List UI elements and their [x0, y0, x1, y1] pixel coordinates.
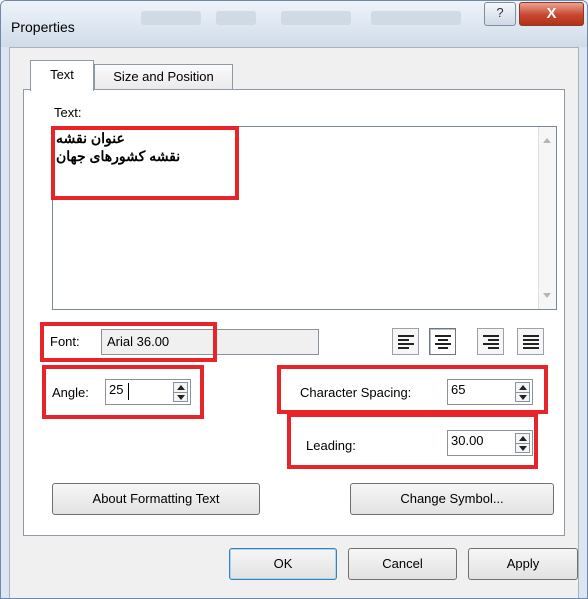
leading-stepper[interactable]: 30.00 [447, 430, 533, 456]
align-right-button[interactable] [477, 328, 504, 355]
ok-button[interactable]: OK [229, 548, 337, 580]
tab-text[interactable]: Text [30, 60, 94, 91]
leading-spin-buttons[interactable] [515, 433, 530, 453]
help-button[interactable]: ? [484, 2, 516, 26]
align-right-icon [483, 335, 499, 349]
align-justify-button[interactable] [517, 328, 544, 355]
spin-separator [174, 392, 187, 393]
leading-label: Leading: [306, 438, 356, 453]
font-value: Arial 36.00 [107, 334, 170, 349]
title-bar-blur [141, 11, 201, 25]
align-left-button[interactable] [392, 328, 419, 355]
help-icon: ? [496, 5, 504, 20]
angle-spin-buttons[interactable] [173, 382, 188, 402]
text-line: عنوان نقشه [56, 130, 125, 146]
apply-button[interactable]: Apply [468, 548, 578, 580]
angle-value: 25 [109, 382, 124, 397]
spin-up-icon[interactable] [519, 436, 527, 441]
character-spacing-spin-buttons[interactable] [515, 382, 530, 402]
spin-up-icon[interactable] [519, 385, 527, 390]
text-caret [128, 383, 129, 400]
about-formatting-text-button[interactable]: About Formatting Text [52, 483, 260, 515]
spin-down-icon[interactable] [177, 395, 185, 400]
text-input[interactable]: عنوان نقشه نقشه کشورهای جهان [52, 126, 557, 310]
title-bar-blur [371, 11, 461, 25]
align-left-icon [398, 335, 414, 349]
tab-size-and-position[interactable]: Size and Position [94, 64, 233, 90]
leading-value: 30.00 [451, 433, 484, 448]
font-field: Arial 36.00 [101, 329, 319, 355]
spin-separator [516, 443, 529, 444]
character-spacing-stepper[interactable]: 65 [447, 379, 533, 405]
spin-separator [516, 392, 529, 393]
spin-down-icon[interactable] [519, 395, 527, 400]
align-justify-icon [523, 335, 539, 349]
angle-stepper[interactable]: 25 [105, 379, 191, 405]
cancel-button[interactable]: Cancel [348, 548, 457, 580]
font-label: Font: [50, 334, 80, 349]
align-center-icon [435, 335, 451, 349]
title-bar-blur [281, 11, 351, 25]
text-content: عنوان نقشه نقشه کشورهای جهان [56, 129, 180, 165]
close-button[interactable]: X [519, 2, 584, 26]
window-title: Properties [11, 19, 75, 35]
text-scrollbar[interactable] [538, 127, 556, 309]
change-symbol-button[interactable]: Change Symbol... [350, 483, 554, 515]
character-spacing-label: Character Spacing: [300, 385, 412, 400]
align-center-button[interactable] [429, 328, 456, 355]
close-icon: X [546, 5, 557, 22]
text-label: Text: [54, 105, 82, 120]
text-line: نقشه کشورهای جهان [56, 148, 181, 164]
spin-up-icon[interactable] [177, 385, 185, 390]
character-spacing-value: 65 [451, 382, 466, 397]
title-bar-blur [216, 11, 256, 25]
title-bar[interactable]: Properties ? X [1, 1, 587, 47]
scroll-down-arrow-icon[interactable] [543, 293, 551, 298]
angle-label: Angle: [52, 385, 89, 400]
spin-down-icon[interactable] [519, 446, 527, 451]
scroll-up-arrow-icon[interactable] [543, 138, 551, 143]
